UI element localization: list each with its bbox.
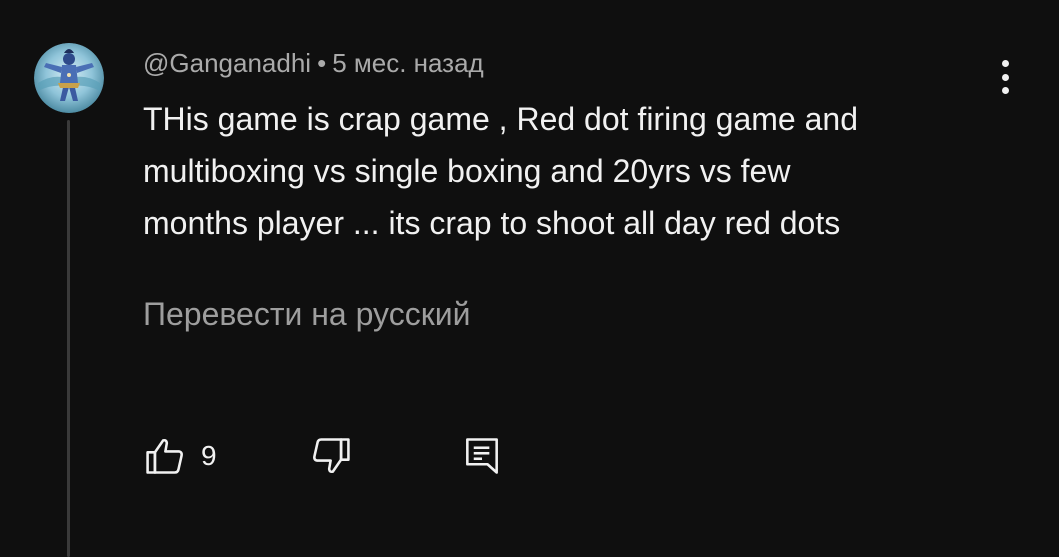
thumb-up-icon (146, 438, 183, 474)
like-button[interactable]: 9 (143, 432, 217, 480)
reply-comment-icon (466, 438, 498, 474)
thread-line (67, 120, 70, 557)
dislike-button[interactable] (309, 432, 353, 480)
avatar-image (34, 43, 104, 113)
translate-button[interactable]: Перевести на русский (143, 293, 470, 335)
comment-meta: @Ganganadhi • 5 мес. назад (143, 46, 484, 80)
thumb-down-icon (313, 438, 350, 474)
reply-button[interactable] (460, 432, 504, 480)
comment-text: THis game is crap game , Red dot firing … (143, 101, 858, 241)
menu-dot (1001, 60, 1009, 67)
meta-separator: • (317, 48, 327, 78)
avatar[interactable] (34, 43, 104, 113)
author-name[interactable]: @Ganganadhi (143, 48, 311, 78)
comment-timestamp[interactable]: 5 мес. назад (332, 48, 484, 78)
like-count: 9 (201, 440, 217, 471)
menu-dot (1001, 73, 1009, 81)
